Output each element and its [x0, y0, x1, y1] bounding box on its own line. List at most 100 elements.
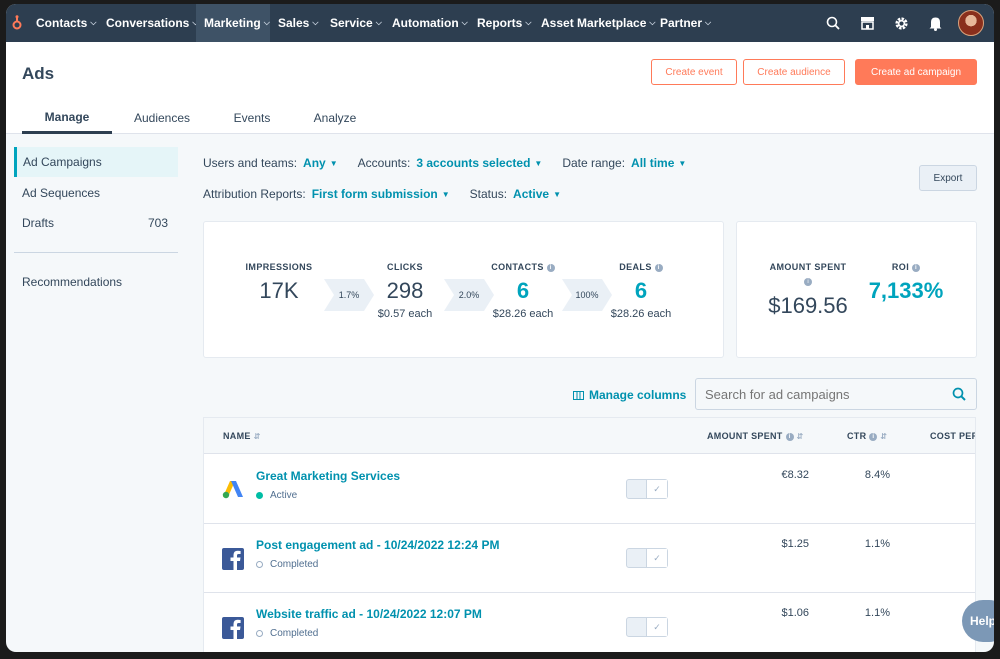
campaign-toggle[interactable]: ✓: [626, 617, 668, 637]
amount-spent-cell: $1.25: [781, 538, 809, 550]
sort-icon[interactable]: ⇵: [797, 432, 804, 441]
app-window: Contacts⌵ Conversations⌵ Marketing⌵ Sale…: [6, 4, 994, 652]
nav-sales[interactable]: Sales ⌵: [270, 4, 322, 42]
settings-gear-icon[interactable]: [884, 4, 918, 42]
nav-marketing[interactable]: Marketing ⌵: [196, 4, 270, 42]
attribution-dropdown[interactable]: First form submission: [312, 187, 438, 201]
status-dot: [256, 630, 263, 637]
status-dropdown[interactable]: Active: [513, 187, 549, 201]
campaign-toggle[interactable]: ✓: [626, 548, 668, 568]
chevron-down-icon: ▼: [441, 189, 450, 199]
funnel-stats-card: IMPRESSIONS 17K 1.7% CLICKS 298 $0.57 ea…: [203, 221, 724, 358]
spend-roi-card: AMOUNT SPENT i $169.56 ROI i 7,133%: [736, 221, 977, 358]
nav-label: Asset Marketplace: [541, 16, 647, 30]
date-range-dropdown[interactable]: All time: [631, 156, 674, 170]
hubspot-logo-icon[interactable]: [6, 4, 28, 42]
nav-label: Contacts: [36, 16, 88, 30]
column-ctr[interactable]: CTR i ⇵: [847, 431, 887, 441]
info-icon[interactable]: i: [785, 432, 794, 441]
campaign-name-link[interactable]: Website traffic ad - 10/24/2022 12:07 PM: [256, 607, 482, 621]
search-input[interactable]: [705, 386, 945, 402]
info-icon[interactable]: i: [804, 277, 812, 286]
info-icon[interactable]: i: [546, 263, 555, 272]
nav-label: Automation: [392, 16, 459, 30]
deals-label: DEALS: [619, 262, 652, 272]
ctr-cell: 1.1%: [864, 538, 890, 550]
nav-automation[interactable]: Automation ⌵: [384, 4, 469, 42]
chevron-down-icon: ⌵: [263, 18, 270, 27]
tab-audiences[interactable]: Audiences: [112, 102, 212, 134]
tab-manage[interactable]: Manage: [22, 102, 112, 134]
campaign-toggle[interactable]: ✓: [626, 479, 668, 499]
create-event-button[interactable]: Create event: [651, 59, 737, 85]
top-navigation: Contacts⌵ Conversations⌵ Marketing⌵ Sale…: [6, 4, 994, 42]
deals-stat: DEALS i 6 $28.26 each: [586, 262, 696, 320]
sidebar-item-recommendations[interactable]: Recommendations: [14, 267, 178, 297]
nav-asset-marketplace[interactable]: Asset Marketplace ⌵: [533, 4, 655, 42]
table-row[interactable]: Post engagement ad - 10/24/2022 12:24 PM…: [204, 524, 975, 593]
amount-spent-cell: €8.32: [781, 469, 809, 481]
column-name[interactable]: NAME ⇵: [223, 431, 261, 441]
chevron-down-icon: ▼: [534, 158, 543, 168]
table-row[interactable]: Website traffic ad - 10/24/2022 12:07 PM…: [204, 593, 975, 652]
sidebar-item-ad-campaigns[interactable]: Ad Campaigns: [14, 147, 178, 177]
campaign-name-link[interactable]: Great Marketing Services: [256, 469, 400, 483]
roi-label: ROI: [891, 262, 910, 272]
columns-icon: [573, 390, 584, 400]
chevron-down-icon: ▼: [553, 189, 561, 199]
nav-utility-icons: [816, 4, 994, 42]
sidebar-item-ad-sequences[interactable]: Ad Sequences: [14, 178, 178, 208]
deals-value[interactable]: 6: [586, 278, 696, 304]
column-label: CTR: [847, 431, 867, 441]
chevron-down-icon: ⌵: [461, 18, 468, 27]
nav-reports[interactable]: Reports ⌵: [469, 4, 533, 42]
sidebar-divider: [14, 252, 178, 253]
export-button[interactable]: Export: [919, 165, 977, 191]
nav-label: Marketing: [204, 16, 261, 30]
nav-service[interactable]: Service ⌵: [322, 4, 384, 42]
marketplace-icon[interactable]: [850, 4, 884, 42]
column-amount-spent[interactable]: AMOUNT SPENT i ⇵: [707, 431, 804, 441]
ctr-cell: 8.4%: [864, 469, 890, 481]
info-icon[interactable]: i: [654, 263, 663, 272]
filter-row-2: Attribution Reports: First form submissi…: [203, 187, 581, 201]
info-icon[interactable]: i: [869, 432, 878, 441]
sidebar-item-drafts[interactable]: Drafts 703: [14, 208, 178, 238]
chevron-down-icon: ⌵: [312, 18, 319, 27]
nav-conversations[interactable]: Conversations⌵: [98, 4, 198, 42]
table-header: NAME ⇵ AMOUNT SPENT i ⇵ CTR i ⇵ COST PER: [204, 418, 975, 454]
chevron-down-icon: ⌵: [90, 18, 97, 27]
create-audience-button[interactable]: Create audience: [743, 59, 845, 85]
table-row[interactable]: Great Marketing Services Active ✓ €8.32 …: [204, 455, 975, 524]
info-icon[interactable]: i: [912, 263, 921, 272]
page-title: Ads: [22, 64, 55, 83]
tab-events[interactable]: Events: [212, 102, 292, 134]
status-label: Status:: [469, 187, 508, 201]
accounts-dropdown[interactable]: 3 accounts selected: [416, 156, 530, 170]
nav-contacts[interactable]: Contacts ⌵: [28, 4, 98, 42]
status-text: Active: [270, 490, 298, 501]
create-ad-campaign-button[interactable]: Create ad campaign: [855, 59, 977, 85]
chevron-down-icon: ⌵: [375, 18, 382, 27]
search-icon[interactable]: [952, 387, 966, 406]
column-cost-per[interactable]: COST PER: [930, 431, 975, 441]
sort-icon[interactable]: ⇵: [880, 432, 887, 441]
nav-label: Service: [330, 16, 373, 30]
search-icon[interactable]: [816, 4, 850, 42]
sidebar-item-label: Ad Campaigns: [23, 155, 102, 169]
sidebar-item-label: Ad Sequences: [22, 186, 101, 200]
nav-partner[interactable]: Partner ⌵: [652, 4, 712, 42]
deals-label-row: DEALS i: [586, 262, 696, 272]
campaign-name-link[interactable]: Post engagement ad - 10/24/2022 12:24 PM: [256, 538, 499, 552]
user-avatar[interactable]: [958, 10, 984, 36]
nav-label: Conversations: [106, 16, 190, 30]
manage-columns-button[interactable]: Manage columns: [573, 388, 686, 402]
date-range-label: Date range:: [562, 156, 626, 170]
tab-analyze[interactable]: Analyze: [292, 102, 378, 134]
impressions-stat: IMPRESSIONS 17K: [224, 262, 334, 304]
notifications-bell-icon[interactable]: [918, 4, 952, 42]
status-text: Completed: [270, 628, 319, 639]
sort-icon[interactable]: ⇵: [254, 432, 261, 441]
campaign-status: Active: [256, 490, 297, 501]
users-teams-dropdown[interactable]: Any: [303, 156, 326, 170]
